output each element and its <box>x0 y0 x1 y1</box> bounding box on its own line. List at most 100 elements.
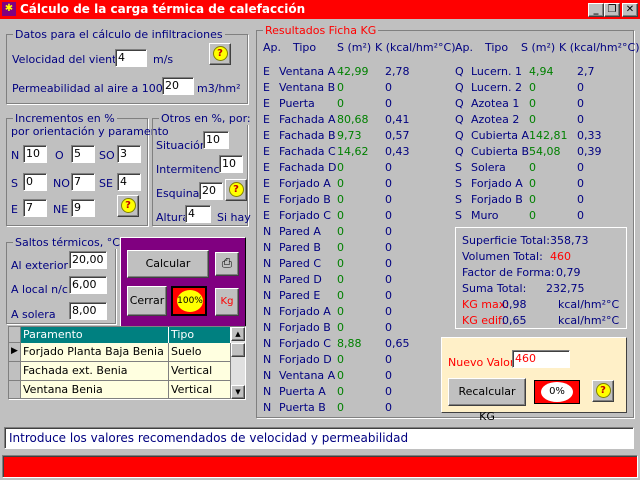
surface-value: 0 <box>337 353 344 366</box>
aperture: N <box>263 385 272 398</box>
solera-label: A solera <box>11 308 56 321</box>
aperture: S <box>455 161 462 174</box>
others-help-button[interactable]: ? <box>225 179 247 201</box>
element-type: Puerta <box>279 97 315 110</box>
orient-s-input[interactable]: 0 <box>23 173 47 191</box>
surface-value: 14,62 <box>337 145 369 158</box>
aperture: N <box>263 289 272 302</box>
aperture: E <box>263 209 270 222</box>
action-panel: Calcular ⎙ Cerrar 100% Kg <box>120 237 246 327</box>
scroll-up-icon[interactable]: ▲ <box>231 327 245 341</box>
infiltration-group: Datos para el cálculo de infiltraciones … <box>6 28 248 104</box>
grid-header-tipo[interactable]: Tipo <box>169 327 231 343</box>
surface-value: 0 <box>529 81 536 94</box>
recalc-panel: Nuevo Valor: 460 Recalcular KG 0% ? <box>441 337 627 423</box>
infiltration-legend: Datos para el cálculo de infiltraciones <box>13 28 225 41</box>
aperture: E <box>263 161 270 174</box>
height-input[interactable]: 4 <box>185 205 211 223</box>
summary-box: Superficie Total: 358,73 Volumen Total: … <box>455 227 627 329</box>
aperture: N <box>263 369 272 382</box>
orient-se-input[interactable]: 4 <box>117 173 141 191</box>
corner-input[interactable]: 20 <box>199 182 223 200</box>
kg-edif-label: KG edif: <box>462 314 506 327</box>
local-input[interactable]: 6,00 <box>69 276 107 294</box>
form-factor-label: Factor de Forma: <box>462 266 555 279</box>
situation-input[interactable]: 10 <box>203 131 229 149</box>
aperture: E <box>263 177 270 190</box>
minimize-button[interactable]: _ <box>588 3 604 17</box>
surface-value: 0 <box>337 257 344 270</box>
grid-cell[interactable]: Fachada ext. Benia <box>21 362 169 381</box>
surface-value: 0 <box>529 209 536 222</box>
orient-se-label: SE <box>99 177 113 190</box>
element-type: Fachada A <box>279 113 336 126</box>
grid-scrollbar[interactable]: ▲ ▼ <box>231 327 245 399</box>
k-value: 0 <box>577 209 584 222</box>
aperture: N <box>263 225 272 238</box>
grid-header-paramento[interactable]: Paramento <box>21 327 169 343</box>
question-icon: ? <box>228 182 244 197</box>
surface-value: 0 <box>337 241 344 254</box>
element-type: Puerta A <box>279 385 326 398</box>
new-value-input[interactable]: 460 <box>512 350 570 368</box>
orient-no-input[interactable]: 7 <box>71 173 95 191</box>
recalculate-button[interactable]: Recalcular KG <box>448 378 526 423</box>
restore-button[interactable]: ❐ <box>604 3 620 17</box>
orient-o-input[interactable]: 5 <box>71 145 95 163</box>
kg-button[interactable]: Kg <box>215 288 239 316</box>
app-icon[interactable]: ✱ <box>2 2 16 16</box>
orient-so-input[interactable]: 3 <box>117 145 141 163</box>
calculate-button[interactable]: Calcular <box>127 250 209 278</box>
aperture: E <box>263 145 270 158</box>
close-button[interactable]: ✕ <box>622 3 638 17</box>
scroll-thumb[interactable] <box>231 343 245 357</box>
grid-cell[interactable]: Ventana Benia <box>21 381 169 399</box>
row-indicator[interactable] <box>9 362 21 381</box>
element-type: Ventana A <box>279 369 336 382</box>
others-legend: Otros en %, por: <box>159 112 253 125</box>
increments-help-button[interactable]: ? <box>117 195 139 217</box>
aperture: N <box>263 257 272 270</box>
permeability-input[interactable]: 20 <box>162 77 194 95</box>
aperture: E <box>263 65 270 78</box>
intermittence-input[interactable]: 10 <box>219 155 243 173</box>
element-type: Lucern. 1 <box>471 65 523 78</box>
orient-e-label: E <box>11 203 18 216</box>
element-type: Forjado C <box>279 209 331 222</box>
k-value: 0 <box>385 369 392 382</box>
orient-ne-input[interactable]: 9 <box>71 199 95 217</box>
grid-cell[interactable]: Vertical <box>169 381 231 399</box>
printer-icon[interactable]: ⎙ <box>215 252 239 276</box>
aperture: E <box>263 129 270 142</box>
orient-no-label: NO <box>53 177 70 190</box>
element-type: Pared B <box>279 241 321 254</box>
close-form-button[interactable]: Cerrar <box>127 286 167 316</box>
permeability-unit: m3/hm² <box>197 82 241 95</box>
scroll-down-icon[interactable]: ▼ <box>231 385 245 399</box>
aperture: S <box>455 177 462 190</box>
aperture: E <box>263 97 270 110</box>
surface-value: 0 <box>337 369 344 382</box>
wind-help-button[interactable]: ? <box>209 43 231 65</box>
kg-edif-unit: kcal/hm²°C <box>558 314 620 327</box>
exterior-input[interactable]: 20,00 <box>69 251 107 269</box>
surface-value: 4,94 <box>529 65 554 78</box>
row-indicator[interactable]: ▶ <box>9 343 21 362</box>
orient-e-input[interactable]: 7 <box>23 199 47 217</box>
row-indicator[interactable] <box>9 381 21 399</box>
surface-value: 0 <box>337 385 344 398</box>
k-value: 0 <box>385 305 392 318</box>
grid-cell[interactable]: Forjado Planta Baja Benia <box>21 343 169 362</box>
orient-n-input[interactable]: 10 <box>23 145 47 163</box>
increments-legend: Incrementos en % <box>13 112 117 125</box>
solera-input[interactable]: 8,00 <box>69 302 107 320</box>
wind-speed-input[interactable]: 4 <box>115 49 147 67</box>
grid-cell[interactable]: Vertical <box>169 362 231 381</box>
volume-value: 460 <box>550 250 571 263</box>
increments-group: Incrementos en % por orientación y param… <box>6 112 169 226</box>
grid-cell[interactable]: Suelo <box>169 343 231 362</box>
percent-value: 100% <box>177 290 203 312</box>
element-type: Muro <box>471 209 499 222</box>
recalc-help-button[interactable]: ? <box>592 380 614 402</box>
element-type: Pared A <box>279 225 321 238</box>
